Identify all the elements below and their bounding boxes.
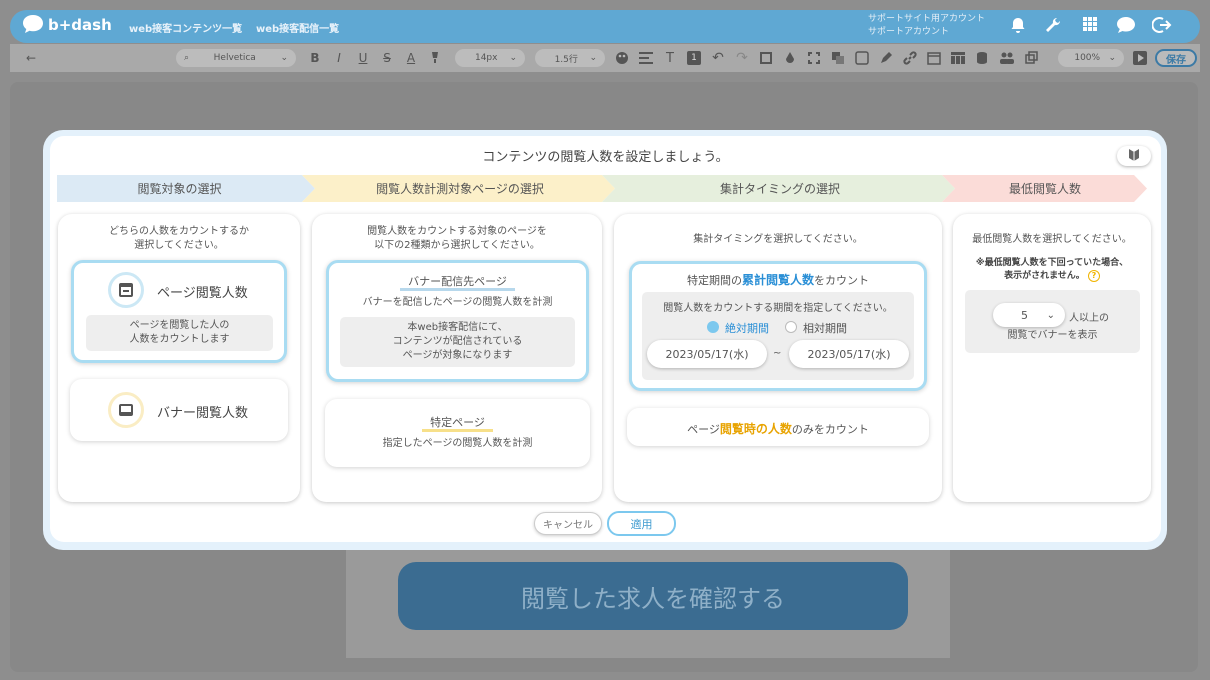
drop-icon[interactable] [782, 49, 798, 67]
option-page-views-note: ページを閲覧した人の 人数をカウントします [86, 315, 273, 351]
banner-icon [108, 392, 144, 428]
wrench-icon[interactable] [1044, 16, 1064, 36]
chevron-down-icon: ⌄ [280, 53, 288, 63]
option-delivery-page-label: バナー配信先ページ [326, 273, 589, 291]
align-icon[interactable] [638, 49, 654, 67]
option-delivery-page-note: 本web接客配信にて、 コンテンツが配信されている ページが対象になります [340, 317, 575, 367]
text-height-icon[interactable]: T [662, 49, 678, 67]
date-separator: ~ [773, 348, 782, 359]
minimum-select[interactable]: 5 ⌄ [993, 303, 1065, 327]
search-icon: ⌕ [184, 53, 190, 63]
frame-icon[interactable] [758, 49, 774, 67]
play-icon[interactable] [1132, 49, 1148, 67]
page-icon [108, 272, 144, 308]
account-sub: サポートアカウント [868, 27, 950, 37]
step-target: 閲覧対象の選択 [137, 182, 222, 196]
date-to-input[interactable]: 2023/05/17(水) [789, 340, 909, 368]
option-view-time-label: ページ閲覧時の人数のみをカウント [687, 422, 869, 436]
option-specific-page-label: 特定ページ [325, 414, 590, 432]
table-icon[interactable] [950, 49, 966, 67]
nav-link-delivery[interactable]: web接客配信一覧 [256, 20, 339, 35]
minimum-value: 5 [1021, 308, 1028, 322]
zoom-select[interactable]: 100% ⌄ [1058, 49, 1124, 67]
step-minimum: 最低閲覧人数 [1008, 182, 1081, 196]
option-delivery-page-sub: バナーを配信したページの閲覧人数を計測 [362, 297, 553, 308]
option-specific-page[interactable] [325, 399, 590, 467]
beginner-mark-icon [1128, 147, 1140, 166]
zoom-value: 100% [1074, 53, 1101, 63]
save-button[interactable]: 保存 [1155, 49, 1197, 67]
palette-icon[interactable] [614, 49, 630, 67]
line-height-value: 1.5行 [554, 54, 578, 65]
bell-icon[interactable] [1009, 16, 1029, 36]
chevron-down-icon: ⌄ [1108, 53, 1116, 63]
minimum-suffix: 人以上の [1069, 313, 1109, 324]
account-name: サポートサイト用アカウント [868, 14, 986, 24]
layers-icon[interactable] [830, 49, 846, 67]
col1-desc: どちらの人数をカウントするか 選択してください。 [109, 226, 249, 251]
col3-desc: 集計タイミングを選択してください。 [693, 234, 863, 245]
font-size-select[interactable]: 14px ⌄ [455, 49, 525, 67]
number-icon[interactable]: 1 [686, 49, 702, 67]
logo-text[interactable]: b+dash [48, 16, 112, 34]
radio-absolute[interactable] [707, 321, 719, 333]
back-arrow-icon[interactable]: ← [22, 49, 40, 67]
option-specific-page-sub: 指定したページの閲覧人数を計測 [382, 438, 533, 449]
font-family-select[interactable]: ⌕ Helvetica ⌄ [176, 49, 296, 67]
radio-absolute-label: 絶対期間 [725, 322, 769, 335]
square-icon[interactable] [854, 49, 870, 67]
minimum-line2: 閲覧でバナーを表示 [1007, 330, 1098, 341]
col4-note: ※最低閲覧人数を下回っていた場合、 表示がされません。 ? [975, 258, 1129, 282]
chevron-down-icon: ⌄ [1046, 309, 1055, 321]
link-icon[interactable] [902, 49, 918, 67]
period-desc: 閲覧人数をカウントする期間を指定してください。 [663, 303, 893, 314]
text-color-icon[interactable]: A [404, 49, 418, 67]
nav-link-contents[interactable]: web接客コンテンツ一覧 [129, 20, 242, 35]
copy-icon[interactable] [1024, 49, 1040, 67]
calendar-icon[interactable] [926, 49, 942, 67]
radio-relative-label: 相対期間 [803, 322, 847, 335]
strikethrough-icon[interactable]: S [380, 49, 394, 67]
account-info[interactable]: サポートサイト用アカウント サポートアカウント [868, 13, 985, 39]
step-page: 閲覧人数計測対象ページの選択 [376, 182, 544, 196]
underline-icon[interactable]: U [356, 49, 370, 67]
option-banner-views-label: バナー閲覧人数 [157, 406, 249, 421]
users-icon[interactable] [998, 49, 1016, 67]
font-size-value: 14px [474, 53, 498, 63]
date-from-input[interactable]: 2023/05/17(水) [647, 340, 767, 368]
redo-icon[interactable]: ↷ [734, 49, 750, 67]
highlight-icon[interactable] [428, 49, 442, 67]
bdash-logo-icon [22, 14, 44, 34]
expand-icon[interactable] [806, 49, 822, 67]
font-value: Helvetica [213, 53, 256, 63]
bold-icon[interactable]: B [308, 49, 322, 67]
chat-icon[interactable] [1116, 16, 1136, 36]
help-circle-icon[interactable]: ? [1087, 270, 1100, 282]
database-icon[interactable] [974, 49, 990, 67]
option-page-views-label: ページ閲覧人数 [157, 286, 248, 301]
step-timing: 集計タイミングの選択 [719, 182, 840, 196]
col4-desc: 最低閲覧人数を選択してください。 [972, 234, 1132, 245]
cancel-button[interactable]: キャンセル [534, 512, 602, 535]
modal-title: コンテンツの閲覧人数を設定しましょう。 [482, 150, 729, 165]
col2-desc: 閲覧人数をカウントする対象のページを 以下の2種類から選択してください。 [367, 226, 547, 251]
italic-icon[interactable]: I [332, 49, 346, 67]
help-button[interactable] [1117, 146, 1151, 166]
radio-relative[interactable] [785, 321, 797, 333]
option-cumulative-label: 特定期間の累計閲覧人数をカウント [686, 273, 869, 287]
cta-button[interactable]: 閲覧した求人を確認する [398, 562, 908, 630]
pen-icon[interactable] [878, 49, 894, 67]
undo-icon[interactable]: ↶ [710, 49, 726, 67]
line-height-select[interactable]: 1.5行 ⌄ [535, 49, 605, 67]
logout-icon[interactable] [1151, 16, 1172, 36]
chevron-down-icon: ⌄ [589, 53, 597, 63]
chevron-down-icon: ⌄ [509, 53, 517, 63]
apply-button[interactable]: 適用 [607, 511, 676, 536]
grid-icon[interactable] [1082, 16, 1102, 36]
